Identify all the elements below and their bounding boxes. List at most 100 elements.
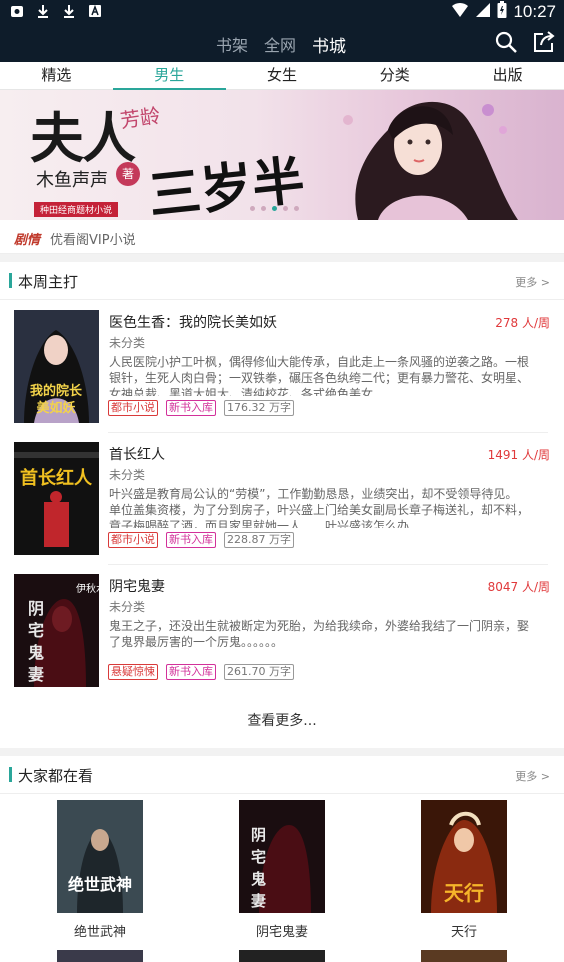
banner-title-part2: 芳龄 (118, 103, 162, 133)
weekly-section-header: 本周主打 更多 > (0, 262, 564, 300)
book-cover: 我的院长 美如妖 (14, 310, 99, 423)
wifi-icon (451, 2, 469, 22)
tag-genre[interactable]: 悬疑惊悚 (108, 664, 158, 680)
book-cover-partial[interactable] (57, 950, 143, 962)
pager-dot (250, 206, 255, 211)
book-cover: 绝世武神 (57, 800, 143, 913)
book-category: 未分类 (109, 600, 146, 614)
book-item[interactable]: 首长红人 首长红人 1491 人/周 未分类 叶兴盛是教育局公认的“劳模”，工作… (0, 432, 564, 564)
book-item[interactable]: 我的院长 美如妖 医色生香：我的院长美如妖 278 人/周 未分类 人民医院小护… (0, 300, 564, 432)
banner-illustration (343, 101, 518, 220)
tag-genre[interactable]: 都市小说 (108, 532, 158, 548)
tab-male[interactable]: 男生 (112, 62, 226, 90)
tab-publish[interactable]: 出版 (451, 62, 564, 89)
banner-pager (250, 206, 299, 211)
book-title: 阴宅鬼妻 (109, 579, 165, 595)
cover-char: 阴 (251, 826, 266, 844)
tag-wordcount: 261.70 万字 (224, 664, 294, 680)
book-tags: 悬疑惊悚 新书入库 261.70 万字 (108, 664, 294, 680)
book-reads: 1491 人/周 (487, 448, 550, 462)
grid-row-partial (0, 950, 564, 962)
pager-dot (261, 206, 266, 211)
pager-dot (294, 206, 299, 211)
tab-bookstore[interactable]: 书城 (312, 32, 346, 57)
share-icon[interactable] (532, 30, 556, 54)
cover-title-line1: 我的院长 (30, 383, 83, 399)
banner-author: 木鱼声声 (36, 170, 108, 191)
book-title: 首长红人 (109, 447, 165, 463)
cover-author: 伊秋水 (76, 582, 99, 595)
status-bar: 10:27 (0, 0, 564, 24)
tab-featured[interactable]: 精选 (0, 62, 113, 89)
battery-icon (497, 1, 507, 23)
pager-dot-active (272, 206, 277, 211)
book-description: 叶兴盛是教育局公认的“劳模”，工作勤勤恳恳，业绩突出，却不受领导待见。单位盖集资… (109, 487, 529, 528)
tag-wordcount: 176.32 万字 (224, 400, 294, 416)
pager-dot (283, 206, 288, 211)
book-category: 未分类 (109, 468, 146, 482)
book-category: 未分类 (109, 336, 146, 350)
tab-female[interactable]: 女生 (226, 62, 339, 89)
tag-wordcount: 228.87 万字 (224, 532, 294, 548)
book-title: 医色生香：我的院长美如妖 (109, 315, 277, 331)
top-navigation: 书架 全网 书城 (0, 24, 564, 62)
tag-genre[interactable]: 都市小说 (108, 400, 158, 416)
signal-icon (475, 2, 491, 22)
tab-bookshelf[interactable]: 书架 (216, 32, 248, 57)
grid-book-title: 天行 (450, 925, 477, 940)
cover-char: 鬼 (251, 870, 266, 888)
cover-char: 宅 (28, 621, 44, 640)
search-icon[interactable] (494, 30, 518, 54)
book-item[interactable]: 阴 宅 鬼 妻 伊秋水 阴宅鬼妻 8047 人/周 未分类 鬼王之子，还没出生就… (0, 564, 564, 696)
grid-book-title: 绝世武神 (73, 925, 126, 940)
grid-book[interactable]: 绝世武神 绝世武神 (40, 800, 160, 940)
vip-label: 优看阁VIP小说 (50, 233, 136, 248)
book-cover: 阴 宅 鬼 妻 伊秋水 (14, 574, 99, 687)
category-tabs: 精选 男生 女生 分类 出版 (0, 62, 564, 90)
book-cover: 首长红人 (14, 442, 99, 555)
book-reads: 278 人/周 (495, 316, 550, 330)
book-cover: 阴 宅 鬼 妻 (239, 800, 325, 913)
cover-char: 鬼 (28, 643, 44, 662)
section-gap (0, 254, 564, 262)
section-accent-bar (9, 767, 12, 782)
book-cover-partial[interactable] (421, 950, 507, 962)
section-gap (0, 748, 564, 756)
cover-title: 首长红人 (20, 467, 93, 489)
download-icon (36, 3, 50, 18)
cover-title: 绝世武神 (68, 875, 132, 894)
book-description: 人民医院小护工叶枫，偶得修仙大能传承，自此走上一条风骚的逆袭之路。一根银针，生死… (109, 355, 529, 396)
tag-new[interactable]: 新书入库 (166, 664, 216, 680)
download-icon (62, 3, 76, 18)
more-link[interactable]: 更多 > (515, 274, 550, 290)
app-notification-icon (10, 3, 24, 17)
promo-banner[interactable]: 夫人 芳龄 三岁半 木鱼声声 著 种田经商题材小说 (0, 90, 564, 220)
cover-char: 宅 (251, 848, 266, 866)
tag-new[interactable]: 新书入库 (166, 400, 216, 416)
section-title: 大家都在看 (18, 767, 94, 785)
status-time: 10:27 (513, 2, 556, 21)
book-cover: 天行 (421, 800, 507, 913)
see-more-button[interactable]: 查看更多... (0, 700, 564, 744)
grid-book-title: 阴宅鬼妻 (255, 925, 308, 940)
book-reads: 8047 人/周 (487, 580, 550, 594)
cover-title-line2: 美如妖 (36, 400, 75, 416)
section-title: 本周主打 (18, 273, 79, 291)
popular-section-header: 大家都在看 更多 > (0, 756, 564, 794)
book-cover-partial[interactable] (239, 950, 325, 962)
banner-ribbon: 种田经商题材小说 (34, 202, 119, 217)
grid-book[interactable]: 天行 天行 (404, 800, 524, 940)
vip-icon: 剧情 (14, 233, 41, 248)
vip-entry[interactable]: 剧情 优看阁VIP小说 (0, 220, 564, 254)
book-description: 鬼王之子，还没出生就被断定为死胎，为给我续命，外婆给我结了一门阴亲，娶了鬼界最厉… (109, 619, 529, 649)
cover-title: 天行 (444, 881, 484, 905)
grid-book[interactable]: 阴 宅 鬼 妻 阴宅鬼妻 (222, 800, 342, 940)
tab-category[interactable]: 分类 (338, 62, 451, 89)
book-tags: 都市小说 新书入库 228.87 万字 (108, 532, 294, 548)
cover-char: 阴 (28, 599, 44, 618)
cover-char: 妻 (251, 892, 266, 910)
tab-all-web[interactable]: 全网 (264, 32, 296, 57)
more-link[interactable]: 更多 > (515, 768, 550, 784)
tag-new[interactable]: 新书入库 (166, 532, 216, 548)
cover-char: 妻 (28, 665, 44, 684)
